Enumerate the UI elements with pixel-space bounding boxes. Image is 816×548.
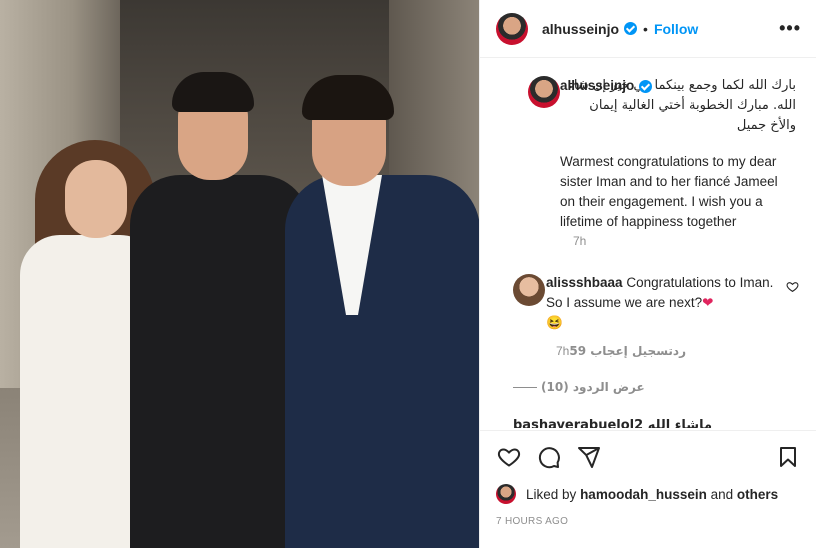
comment-meta: 7h تسجيل إعجاب 59 رد bbox=[556, 344, 686, 358]
verified-icon bbox=[624, 22, 638, 35]
liker-username[interactable]: hamoodah_hussein bbox=[580, 487, 707, 502]
comment: alissshbaaa Congratulations to Iman. So … bbox=[546, 273, 786, 333]
likes-others-link[interactable]: others bbox=[737, 487, 778, 502]
more-options-icon[interactable]: ••• bbox=[779, 18, 801, 39]
commenter-avatar[interactable] bbox=[513, 274, 545, 306]
comments-section[interactable]: alhusseinjo بارك الله لكما وجمع بينكما ف… bbox=[480, 58, 816, 428]
follow-button[interactable]: Follow bbox=[654, 21, 698, 37]
person-center-hair bbox=[172, 72, 254, 112]
comment-time: 7h bbox=[556, 344, 570, 358]
view-replies-label: عرض الردود (10) bbox=[541, 380, 645, 394]
view-replies-button[interactable]: عرض الردود (10) bbox=[513, 380, 645, 394]
comment-like-heart-icon[interactable] bbox=[786, 280, 799, 296]
person-left-face bbox=[65, 160, 127, 238]
caption-timestamp: 7h bbox=[573, 234, 587, 248]
caption-english-text: Warmest congratulations to my dear siste… bbox=[560, 154, 778, 229]
action-bar bbox=[480, 430, 816, 482]
person-right-suit bbox=[285, 175, 479, 548]
post-header: alhusseinjo • Follow ••• bbox=[480, 0, 816, 58]
comment-username[interactable]: alissshbaaa bbox=[546, 275, 623, 290]
reply-button[interactable]: رد bbox=[673, 344, 686, 358]
heart-icon[interactable] bbox=[496, 444, 522, 470]
comment-icon[interactable] bbox=[536, 444, 562, 470]
laugh-emoji: 😆 bbox=[546, 315, 563, 330]
person-right-hair bbox=[302, 75, 394, 120]
likes-and: and bbox=[710, 486, 734, 502]
post-username[interactable]: alhusseinjo bbox=[542, 21, 619, 37]
caption: alhusseinjo بارك الله لكما وجمع بينكما ف… bbox=[560, 76, 796, 232]
liker-avatar[interactable] bbox=[496, 484, 516, 504]
share-icon[interactable] bbox=[576, 444, 602, 470]
post-timestamp: 7 HOURS AGO bbox=[496, 516, 569, 527]
next-comment-partial: bashayerabuelol2 ماشاء الله bbox=[513, 418, 713, 428]
avatar[interactable] bbox=[496, 12, 528, 45]
replies-line bbox=[513, 386, 537, 388]
heart-emoji: ❤ bbox=[702, 295, 714, 310]
post-photo[interactable] bbox=[0, 0, 479, 548]
separator-dot: • bbox=[643, 20, 648, 37]
caption-avatar[interactable] bbox=[528, 76, 560, 108]
comment-likes[interactable]: تسجيل إعجاب 59 bbox=[569, 344, 673, 358]
verified-icon bbox=[639, 79, 653, 93]
likes-summary: Liked by hamoodah_hussein and others bbox=[496, 484, 778, 504]
post-panel: alhusseinjo • Follow ••• alhusseinjo بار… bbox=[479, 0, 816, 548]
likes-prefix: Liked by bbox=[526, 486, 577, 502]
bookmark-icon[interactable] bbox=[775, 444, 801, 470]
caption-arabic-text: بارك الله لكما وجمع بينكما في خير إن شاء… bbox=[567, 78, 796, 133]
person-center-shirt bbox=[130, 175, 310, 548]
